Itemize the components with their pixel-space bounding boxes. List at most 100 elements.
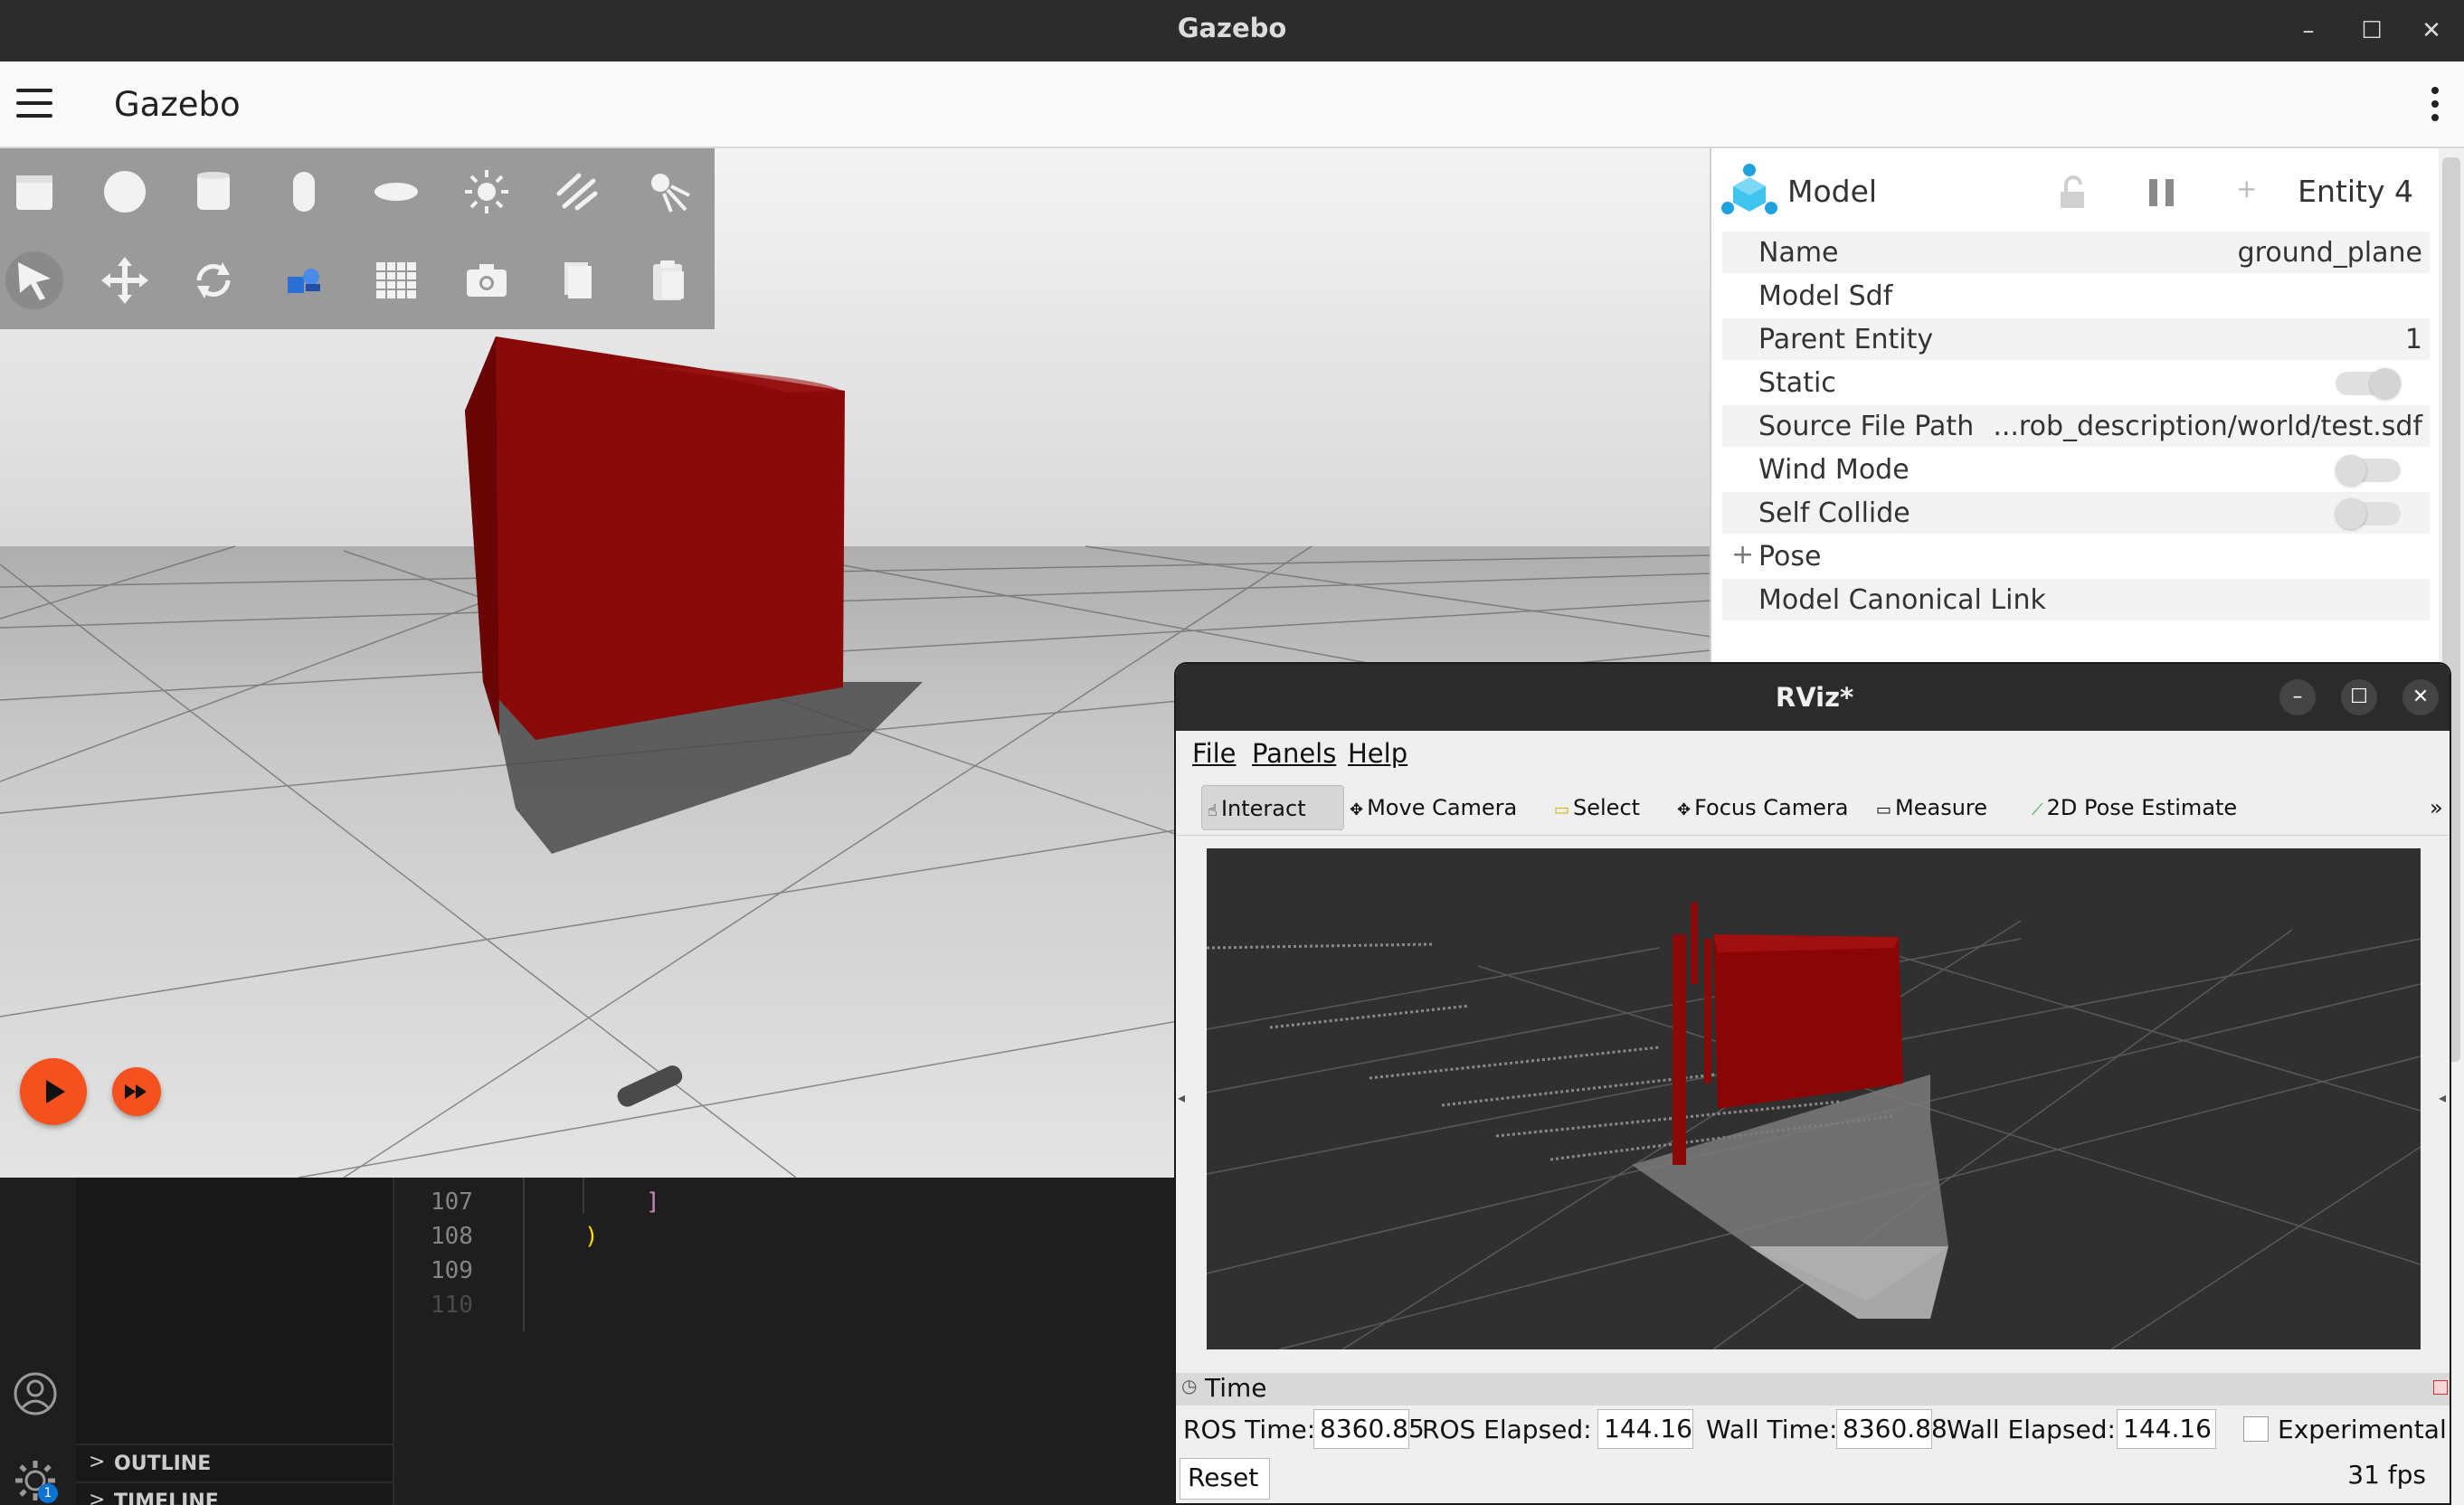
translate-icon[interactable]	[96, 251, 154, 309]
wall-time-label: Wall Time:	[1706, 1415, 1838, 1444]
sphere-icon[interactable]	[96, 163, 154, 221]
chevron-right-icon: >	[89, 1489, 106, 1505]
rviz-minimize-button[interactable]: –	[2279, 679, 2316, 715]
left-dock-handle-icon[interactable]: ◂	[1178, 1089, 1187, 1111]
static-toggle[interactable]	[2336, 368, 2401, 399]
right-dock-handle-icon[interactable]: ◂	[2439, 1089, 2448, 1111]
menu-panels[interactable]: Panels	[1252, 738, 1336, 769]
interact-icon: ☝	[1208, 801, 1218, 820]
toggle-knob	[2336, 455, 2366, 486]
select-icon: ▭	[1554, 800, 1570, 819]
fps-readout: 31 fps	[2347, 1460, 2426, 1490]
measure-icon: ▭	[1876, 800, 1892, 819]
section-label: OUTLINE	[114, 1453, 212, 1475]
toolbar-overflow-button[interactable]: »	[2424, 785, 2443, 830]
rviz-3d-view[interactable]	[1206, 848, 2421, 1350]
lock-open-icon[interactable]	[2057, 175, 2088, 210]
wind-mode-toggle[interactable]	[2336, 455, 2401, 486]
row-value: 1	[2404, 324, 2422, 355]
line-number: 108	[431, 1223, 473, 1250]
rviz-toolbar: ☝ Interact ✥ Move Camera ▭ Select ✥ Focus Ca…	[1176, 776, 2450, 836]
tool-2d-pose-estimate[interactable]: ⟋ 2D Pose Estimate	[2026, 785, 2237, 830]
grid-icon[interactable]	[367, 251, 425, 309]
menu-file[interactable]: File	[1192, 738, 1237, 769]
spot-light-icon[interactable]	[639, 163, 697, 221]
ellipsoid-icon[interactable]	[367, 163, 425, 221]
ros-time-label: ROS Time:	[1183, 1415, 1316, 1444]
reset-button[interactable]: Reset	[1180, 1458, 1270, 1500]
tool-focus-camera[interactable]: ✥ Focus Camera	[1672, 785, 1848, 830]
move-camera-icon: ✥	[1350, 800, 1364, 819]
self-collide-toggle[interactable]	[2336, 498, 2401, 529]
ros-time-field[interactable]: 8360.85	[1313, 1409, 1425, 1449]
row-key: Pose	[1758, 541, 1822, 573]
row-pose[interactable]: + Pose	[1722, 535, 2430, 577]
time-panel-title: Time	[1205, 1373, 1267, 1403]
toggle-knob	[2370, 368, 2401, 399]
rviz-window: RViz* – ☐ ✕ File Panels Help ☝ Interact ✥…	[1174, 662, 2451, 1505]
directional-light-icon[interactable]	[548, 163, 606, 221]
maximize-button[interactable]: ☐	[2352, 11, 2392, 51]
step-button[interactable]	[112, 1067, 161, 1116]
more-options-icon[interactable]	[2431, 87, 2440, 128]
tool-measure[interactable]: ▭ Measure	[1871, 785, 1987, 830]
transform-control-icon[interactable]	[275, 251, 333, 309]
outline-section[interactable]: > OUTLINE	[76, 1443, 394, 1480]
select-arrow-icon[interactable]	[5, 251, 63, 309]
line-number: 107	[431, 1188, 473, 1216]
gazebo-header: Gazebo	[0, 62, 2464, 148]
tool-label: Select	[1573, 795, 1641, 820]
sun-light-icon[interactable]	[458, 163, 516, 221]
tool-label: 2D Pose Estimate	[2046, 795, 2238, 820]
tool-interact[interactable]: ☝ Interact	[1201, 785, 1344, 830]
tool-select[interactable]: ▭ Select	[1549, 785, 1640, 830]
chevron-right-icon: >	[89, 1451, 106, 1473]
row-model-sdf[interactable]: Model Sdf	[1722, 275, 2430, 317]
time-panel-row: ROS Time: 8360.85 ROS Elapsed: 144.16 Wa…	[1176, 1407, 2450, 1453]
paste-icon[interactable]	[639, 251, 697, 309]
rotate-icon[interactable]	[185, 251, 242, 309]
menu-help[interactable]: Help	[1348, 738, 1407, 769]
shapes-toolbar	[0, 148, 715, 329]
minimize-button[interactable]: –	[2289, 11, 2328, 51]
section-label: TIMELINE	[114, 1491, 219, 1505]
copy-icon[interactable]	[548, 251, 606, 309]
tool-label: Interact	[1220, 796, 1306, 821]
experimental-label: Experimental	[2278, 1415, 2447, 1444]
close-panel-icon[interactable]	[2433, 1380, 2448, 1395]
indent-guide	[523, 1178, 525, 1331]
tool-move-camera[interactable]: ✥ Move Camera	[1344, 785, 1517, 830]
row-key: Static	[1758, 367, 1836, 399]
row-wind-mode: Wind Mode	[1722, 449, 2430, 490]
close-button[interactable]: ✕	[2412, 11, 2451, 51]
entity-id-label: Entity 4	[2298, 174, 2413, 209]
expand-icon[interactable]: +	[1731, 539, 1754, 571]
code-token: )	[584, 1223, 599, 1250]
hamburger-menu-icon[interactable]	[16, 89, 52, 118]
account-icon[interactable]	[13, 1371, 58, 1416]
line-number: 110	[431, 1292, 473, 1319]
box-icon[interactable]	[5, 163, 63, 221]
row-model-canonical-link[interactable]: Model Canonical Link	[1722, 579, 2430, 620]
cylinder-icon[interactable]	[185, 163, 242, 221]
ros-elapsed-field[interactable]: 144.16	[1597, 1409, 1693, 1449]
wall-elapsed-field[interactable]: 144.16	[2117, 1409, 2216, 1449]
pause-icon[interactable]	[2144, 177, 2180, 208]
play-button[interactable]	[20, 1058, 87, 1125]
wall-time-field[interactable]: 8360.88	[1836, 1409, 1948, 1449]
line-number: 109	[431, 1257, 473, 1284]
row-source-file-path: Source File Path ...rob_description/worl…	[1722, 405, 2430, 447]
rviz-title: RViz*	[1775, 682, 1854, 713]
timeline-section[interactable]: > TIMELINE	[76, 1481, 394, 1505]
play-icon	[46, 1080, 65, 1103]
settings-badge: 1	[38, 1483, 58, 1503]
capsule-icon[interactable]	[275, 163, 333, 221]
add-icon[interactable]: +	[2236, 174, 2257, 204]
screenshot-icon[interactable]	[458, 251, 516, 309]
rviz-maximize-button[interactable]: ☐	[2341, 679, 2377, 715]
point-cloud-render	[1206, 903, 2421, 1350]
row-key: Model Canonical Link	[1758, 584, 2046, 616]
rviz-close-button[interactable]: ✕	[2402, 679, 2439, 715]
experimental-checkbox[interactable]	[2243, 1416, 2269, 1442]
os-titlebar: Gazebo – ☐ ✕	[0, 0, 2464, 62]
